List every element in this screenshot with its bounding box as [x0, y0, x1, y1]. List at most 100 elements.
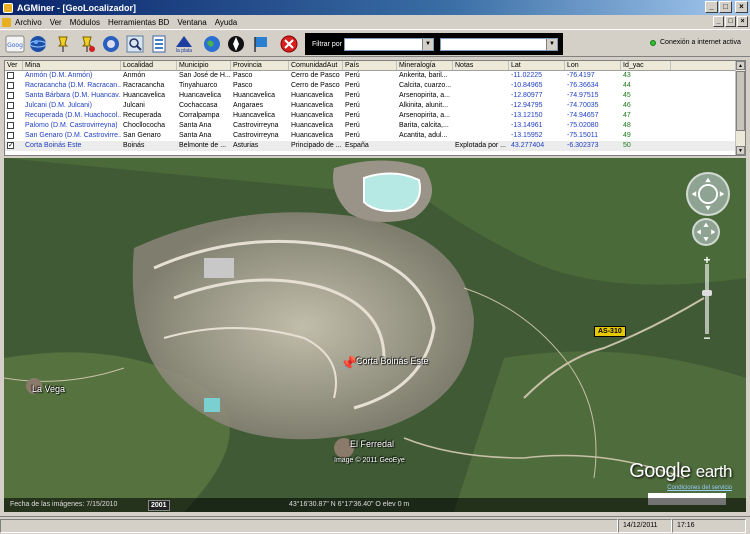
- globe-icon[interactable]: [27, 33, 49, 55]
- row-checkbox-cell: [5, 131, 23, 141]
- child-close-button[interactable]: ×: [737, 16, 748, 27]
- cell-comunidad: Huancavelica: [291, 122, 334, 129]
- close-button[interactable]: ×: [735, 1, 748, 13]
- scroll-thumb[interactable]: [736, 71, 745, 131]
- cell-lat: 43.277404: [511, 142, 545, 149]
- cell-localidad: Chocllococha: [123, 122, 166, 129]
- cell-comunidad: Cerro de Pasco: [291, 82, 340, 89]
- table-row[interactable]: Anmón (D.M. Anmón) Anmón San José de H... P…: [5, 71, 745, 81]
- col-id[interactable]: Id_yac: [621, 61, 671, 70]
- terms-link[interactable]: Condiciones del servicio: [667, 485, 732, 491]
- magnifier-icon[interactable]: [124, 33, 146, 55]
- la-plata-icon[interactable]: la plata: [173, 33, 195, 55]
- col-comunidad[interactable]: ComunidadAut: [289, 61, 343, 70]
- cell-lon: -74.94657: [567, 112, 599, 119]
- col-mineralogia[interactable]: Mineralogía: [397, 61, 453, 70]
- flag-icon[interactable]: [250, 33, 272, 55]
- cell-mineralogia: [397, 141, 453, 151]
- checkbox[interactable]: [7, 132, 14, 139]
- scroll-down-icon[interactable]: ▼: [736, 146, 745, 155]
- table-row[interactable]: Racracancha (D.M. Racracan... Racracancha…: [5, 81, 745, 91]
- filter-field-select[interactable]: ▼: [344, 38, 434, 51]
- minimize-button[interactable]: _: [705, 1, 718, 13]
- stop-icon[interactable]: [278, 33, 300, 55]
- col-provincia[interactable]: Provincia: [231, 61, 289, 70]
- cell-comunidad: Cerro de Pasco: [291, 72, 340, 79]
- col-lon[interactable]: Lon: [565, 61, 621, 70]
- menu-modulos[interactable]: Módulos: [70, 18, 100, 27]
- zoom-out-icon[interactable]: −: [700, 332, 714, 344]
- filter-label: Filtrar por: [312, 40, 342, 48]
- zoom-track[interactable]: [705, 264, 709, 334]
- menu-ventana[interactable]: Ventana: [177, 18, 206, 27]
- map-look-control[interactable]: [692, 218, 720, 246]
- document-icon[interactable]: [148, 33, 170, 55]
- menu-ver[interactable]: Ver: [50, 18, 62, 27]
- col-pais[interactable]: País: [343, 61, 397, 70]
- cell-mina: Palomo (D.M. Castrovirreyna): [25, 122, 118, 129]
- child-minimize-button[interactable]: _: [713, 16, 724, 27]
- menu-ayuda[interactable]: Ayuda: [215, 18, 238, 27]
- map-view[interactable]: 📌 Corta Boinás Este La Vega El Ferredal …: [4, 158, 746, 512]
- cell-id: 48: [623, 122, 631, 129]
- checkbox[interactable]: [7, 112, 14, 119]
- child-window-icon[interactable]: [2, 17, 11, 27]
- cell-localidad: Julcani: [123, 102, 145, 109]
- col-notas[interactable]: Notas: [453, 61, 509, 70]
- mine-pushpin-icon[interactable]: 📌: [340, 355, 357, 372]
- cell-comunidad: Principado de ...: [291, 142, 342, 149]
- cell-notas: [453, 101, 509, 111]
- table-row[interactable]: Santa Bárbara (D.M. Huancav... Huancaveli…: [5, 91, 745, 101]
- row-checkbox-cell: [5, 121, 23, 131]
- table-row[interactable]: ✓ Corta Boinás Este Boinás Belmonte de ... A…: [5, 141, 745, 151]
- globe-search-icon[interactable]: [100, 33, 122, 55]
- maximize-button[interactable]: □: [719, 1, 732, 13]
- col-mina[interactable]: Mina: [23, 61, 121, 70]
- cell-localidad: Anmón: [123, 72, 146, 79]
- cell-lon: -76.36634: [567, 82, 599, 89]
- mine-label[interactable]: Corta Boinás Este: [356, 356, 429, 366]
- col-lat[interactable]: Lat: [509, 61, 565, 70]
- scroll-up-icon[interactable]: ▲: [736, 61, 745, 70]
- table-row[interactable]: Julcani (D.M. Julcani) Julcani Cochaccasa A…: [5, 101, 745, 111]
- pushpin-icon[interactable]: [52, 33, 74, 55]
- col-ver[interactable]: Ver: [5, 61, 23, 70]
- checkbox[interactable]: [7, 72, 14, 79]
- pushpin-red-icon[interactable]: [76, 33, 98, 55]
- checkbox[interactable]: [7, 82, 14, 89]
- cell-municipio: Belmonte de ...: [179, 142, 227, 149]
- world-icon[interactable]: [201, 33, 223, 55]
- checkbox-checked[interactable]: ✓: [7, 142, 14, 149]
- pointer-coordinates: 43°16'30.87" N 6°17'36.40" O elev 0 m: [289, 501, 410, 508]
- col-localidad[interactable]: Localidad: [121, 61, 177, 70]
- historical-imagery-year[interactable]: 2001: [148, 500, 170, 511]
- checkbox[interactable]: [7, 122, 14, 129]
- village-label-la-vega: La Vega: [32, 384, 66, 394]
- col-municipio[interactable]: Municipio: [177, 61, 231, 70]
- table-row[interactable]: San Genaro (D.M. Castrovirre... San Genar…: [5, 131, 745, 141]
- zoom-knob[interactable]: [702, 290, 712, 296]
- cell-mina: San Genaro (D.M. Castrovirre...: [25, 132, 121, 139]
- cell-localidad: Racracancha: [123, 82, 165, 89]
- la-plata-label: la plata: [175, 48, 193, 54]
- menu-archivo[interactable]: Archivo: [15, 18, 42, 27]
- menu-herramientas-bd[interactable]: Herramientas BD: [108, 18, 169, 27]
- table-row[interactable]: Palomo (D.M. Castrovirreyna) Chocllococha…: [5, 121, 745, 131]
- table-header: Ver Mina Localidad Municipio Provincia C…: [5, 61, 745, 71]
- cell-id: 46: [623, 102, 631, 109]
- cell-municipio: San José de H...: [179, 72, 231, 79]
- table-row[interactable]: Recuperada (D.M. Huachocol... Recuperada C…: [5, 111, 745, 121]
- cell-lat: -11.02225: [511, 72, 543, 79]
- row-checkbox-cell: [5, 81, 23, 91]
- google-icon[interactable]: Goog: [4, 33, 26, 55]
- cell-notas: [453, 81, 509, 91]
- child-maximize-button[interactable]: □: [725, 16, 736, 27]
- checkbox[interactable]: [7, 102, 14, 109]
- map-navigation-control[interactable]: [686, 172, 730, 216]
- connection-status: Conexión a internet activa: [650, 39, 741, 46]
- zoom-slider[interactable]: + −: [700, 254, 714, 344]
- filter-value-select[interactable]: ▼: [440, 38, 558, 51]
- compass-icon[interactable]: [225, 33, 247, 55]
- checkbox[interactable]: [7, 92, 14, 99]
- table-scrollbar[interactable]: ▲ ▼: [735, 61, 745, 155]
